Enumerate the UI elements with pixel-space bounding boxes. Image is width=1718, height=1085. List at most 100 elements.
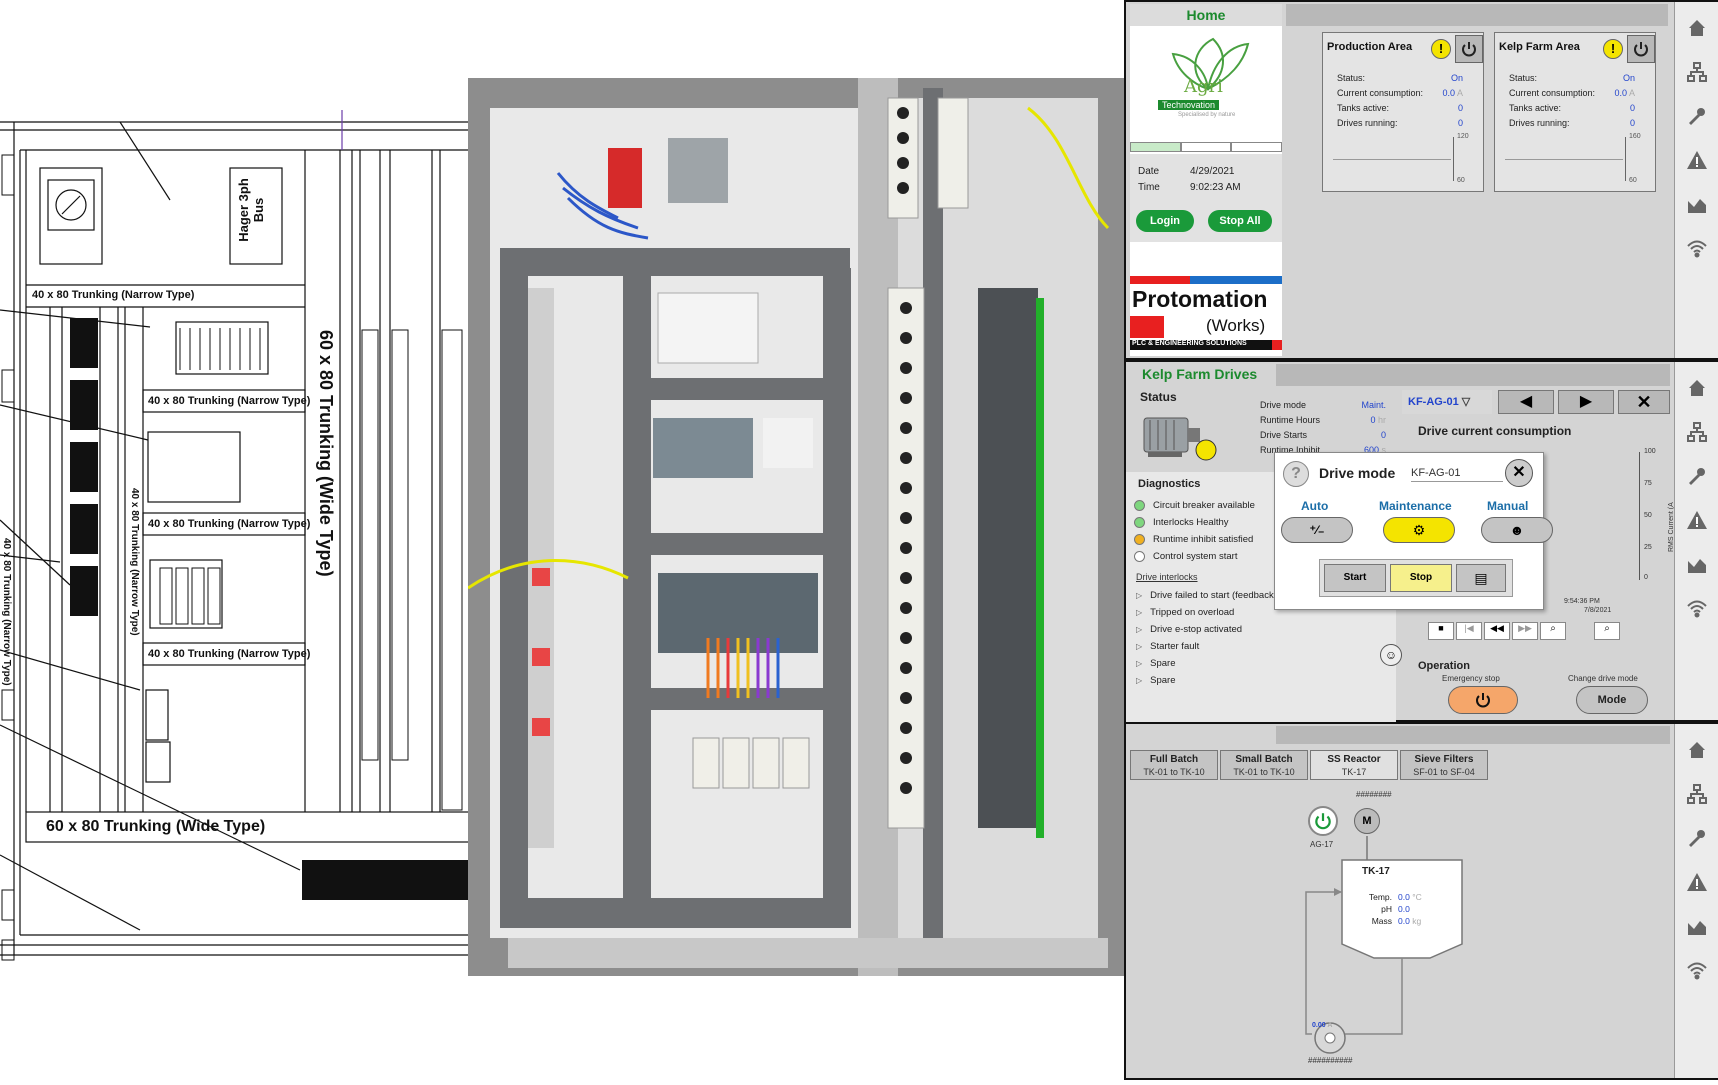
drive-selector[interactable]: KF-AG-01 ▽ xyxy=(1402,390,1492,414)
trend-icon[interactable] xyxy=(1683,550,1711,578)
gauge-top: 160 xyxy=(1629,133,1641,140)
interlock-row[interactable]: Drive e-stop activated xyxy=(1136,624,1242,635)
area-row-value: 0 xyxy=(1457,103,1463,113)
tab-small-batch[interactable]: Small Batch TK-01 to TK-10 xyxy=(1220,750,1308,780)
kelp-farm-drives-screen: Kelp Farm Drives Status Drive mode Maint… xyxy=(1124,360,1718,722)
gauge-bar xyxy=(1625,137,1626,181)
reactor-sidebar xyxy=(1674,724,1718,1078)
trend-icon[interactable] xyxy=(1683,912,1711,940)
alarm-icon[interactable] xyxy=(1683,506,1711,534)
wifi-icon[interactable] xyxy=(1683,234,1711,262)
status-row-value: 0 xyxy=(1380,430,1386,440)
help-icon[interactable]: ? xyxy=(1283,461,1309,487)
power-icon xyxy=(1634,42,1648,57)
tools-icon[interactable] xyxy=(1683,462,1711,490)
area-row-value: 0 xyxy=(1629,103,1635,113)
skip-back-icon[interactable]: |◀ xyxy=(1456,622,1482,640)
wifi-icon[interactable] xyxy=(1683,594,1711,622)
emergency-stop-button[interactable] xyxy=(1448,686,1518,714)
power-button[interactable] xyxy=(1627,35,1655,63)
popup-close-button[interactable]: ✕ xyxy=(1505,459,1533,487)
interlocks-link[interactable]: Drive interlocks xyxy=(1136,572,1198,582)
popup-title: Drive mode xyxy=(1319,465,1396,481)
time-value: 9:02:23 AM xyxy=(1190,182,1241,193)
login-button[interactable]: Login xyxy=(1136,210,1194,232)
protomation-logo: Protomation (Works) PLC & ENGINEERING SO… xyxy=(1130,276,1282,356)
auto-icon: ⁺⁄₋ xyxy=(1309,523,1325,537)
network-icon[interactable] xyxy=(1683,58,1711,86)
tank-row-value: 0.0 xyxy=(1398,904,1410,914)
warning-icon: ! xyxy=(1431,39,1451,59)
status-row-label: Drive mode xyxy=(1260,400,1307,410)
close-drive-button[interactable]: ✕ xyxy=(1618,390,1670,414)
home-screen: Home Agri Technovation Specialised by na… xyxy=(1124,0,1718,360)
area-row-label: Tanks active: xyxy=(1509,103,1562,113)
maintenance-mode-button[interactable]: ⚙ xyxy=(1383,517,1455,543)
network-icon[interactable] xyxy=(1683,780,1711,808)
area-row-label: Status: xyxy=(1337,73,1366,83)
popup-control-area: Start Stop ▤ xyxy=(1319,559,1513,597)
prev-drive-button[interactable]: ◀ xyxy=(1498,390,1554,414)
drives-title: Kelp Farm Drives xyxy=(1142,366,1258,382)
home-sidebar xyxy=(1674,2,1718,358)
trend-icon[interactable] xyxy=(1683,190,1711,218)
panel-layout-drawing: 40 x 80 Trunking (Narrow Type) 40 x 80 T… xyxy=(0,0,471,1080)
manual-mode-button[interactable]: ☻ xyxy=(1481,517,1553,543)
auto-mode-button[interactable]: ⁺⁄₋ xyxy=(1281,517,1353,543)
area-row-label: Tanks active: xyxy=(1337,103,1390,113)
stop-button[interactable]: Stop xyxy=(1390,564,1452,592)
status-row-label: Runtime Hours xyxy=(1260,415,1321,425)
bus-label: Hager 3ph Bus xyxy=(236,178,266,242)
tank-header: ######## xyxy=(1356,790,1392,799)
production-area-card[interactable]: Production Area ! Status: On Current con… xyxy=(1322,32,1484,192)
start-button[interactable]: Start xyxy=(1324,564,1386,592)
tools-icon[interactable] xyxy=(1683,824,1711,852)
stop-all-button[interactable]: Stop All xyxy=(1208,210,1272,232)
area-row-label: Drives running: xyxy=(1337,118,1398,128)
power-button[interactable] xyxy=(1455,35,1483,63)
gauge-bottom: 60 xyxy=(1629,177,1637,184)
stop-icon[interactable]: ■ xyxy=(1428,622,1454,640)
popup-drive: KF-AG-01 xyxy=(1411,467,1461,479)
rewind-icon[interactable]: ◀◀ xyxy=(1484,622,1510,640)
mode-button[interactable]: Mode xyxy=(1576,686,1648,714)
tools-icon[interactable] xyxy=(1683,102,1711,130)
home-icon[interactable] xyxy=(1683,374,1711,402)
alarm-icon[interactable] xyxy=(1683,868,1711,896)
kelp-farm-area-card[interactable]: Kelp Farm Area ! Status: On Current cons… xyxy=(1494,32,1656,192)
area-row-label: Drives running: xyxy=(1509,118,1570,128)
area-row-label: Status: xyxy=(1509,73,1538,83)
chart-date: 7/8/2021 xyxy=(1584,607,1612,614)
faceplate-button[interactable]: ▤ xyxy=(1456,564,1506,592)
network-icon[interactable] xyxy=(1683,418,1711,446)
user-icon[interactable]: ☺ xyxy=(1380,644,1402,666)
wifi-icon[interactable] xyxy=(1683,956,1711,984)
tab-ss-reactor[interactable]: SS Reactor TK-17 xyxy=(1310,750,1398,780)
diag-row: Runtime inhibit satisfied xyxy=(1134,534,1253,545)
next-drive-button[interactable]: ▶ xyxy=(1558,390,1614,414)
alarm-icon[interactable] xyxy=(1683,146,1711,174)
interlock-row[interactable]: Spare xyxy=(1136,658,1175,669)
zoom-out-icon[interactable]: ⌕ xyxy=(1594,622,1620,640)
interlock-row[interactable]: Starter fault xyxy=(1136,641,1199,652)
home-icon[interactable] xyxy=(1683,736,1711,764)
tank-row-label: Temp. xyxy=(1368,892,1392,902)
chevron-down-icon: ▽ xyxy=(1461,396,1471,408)
area-row-value: 0.0 A xyxy=(1614,88,1635,98)
fast-forward-icon[interactable]: ▶▶ xyxy=(1512,622,1538,640)
control-panel-photo xyxy=(468,78,1124,976)
chart-toolbar: ■ |◀ ◀◀ ▶▶ ⌕ xyxy=(1428,622,1578,640)
drive-mode-popup: ? Drive mode KF-AG-01 ✕ Auto Maintenance… xyxy=(1274,452,1553,610)
area-row-label: Current consumption: xyxy=(1337,88,1424,98)
tab-full-batch[interactable]: Full Batch TK-01 to TK-10 xyxy=(1130,750,1218,780)
status-led xyxy=(1134,534,1145,545)
interlock-row[interactable]: Tripped on overload xyxy=(1136,607,1234,618)
zoom-in-icon[interactable]: ⌕ xyxy=(1540,622,1566,640)
home-icon[interactable] xyxy=(1683,14,1711,42)
close-icon: ✕ xyxy=(1636,392,1652,412)
tab-sieve-filters[interactable]: Sieve Filters SF-01 to SF-04 xyxy=(1400,750,1488,780)
interlock-row[interactable]: Drive failed to start (feedback no xyxy=(1136,590,1287,601)
interlock-row[interactable]: Spare xyxy=(1136,675,1175,686)
status-row-value: Maint. xyxy=(1361,400,1386,410)
trunk-label-wide-vertical: 60 x 80 Trunking (Wide Type) xyxy=(316,330,336,577)
